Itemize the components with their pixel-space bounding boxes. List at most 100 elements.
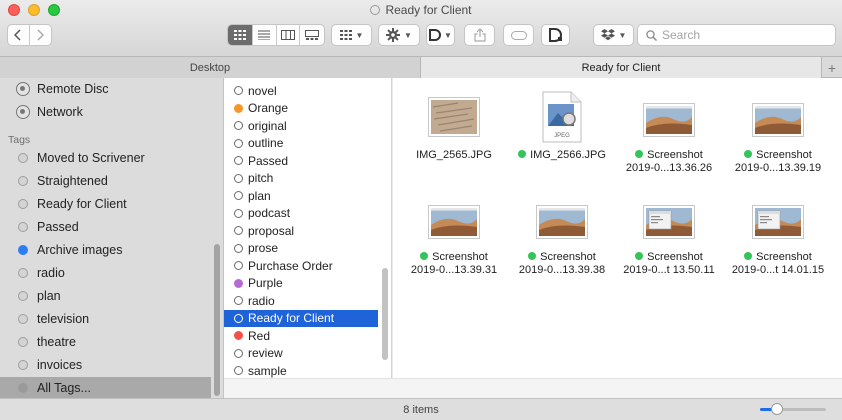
tag-color-dot-icon [18,268,28,278]
tab-desktop[interactable]: Desktop [0,57,421,78]
tag-color-dot-icon [18,383,28,393]
sidebar-tag-item[interactable]: television [0,308,211,330]
sidebar-scrollbar[interactable] [214,244,220,396]
tag-color-dot-icon [18,222,28,232]
chevron-down-icon: ▼ [355,30,364,40]
tag-color-dot-icon [234,86,243,95]
tag-list-item[interactable]: Orange [224,100,378,117]
tag-list-label: original [248,118,287,133]
sidebar-item-network[interactable]: Network [0,101,211,123]
tag-color-dot-icon [234,261,243,270]
file-item[interactable]: IMG_2565.JPG [400,91,508,162]
tag-list-label: sample [248,363,287,378]
tag-color-dot-icon [234,138,243,148]
app-extension-menu-button[interactable]: ▼ [426,24,455,46]
tag-list-item[interactable]: plan [224,187,378,204]
action-menu-button[interactable]: ▼ [378,24,420,46]
tag-list-item[interactable]: Purple [224,275,378,292]
tag-list-item[interactable]: podcast [224,205,378,222]
forward-button[interactable] [30,25,51,45]
sidebar-item-label: Remote Disc [37,82,109,96]
new-tab-button[interactable]: + [821,57,842,78]
back-button[interactable] [8,25,30,45]
file-thumbnail [400,193,508,245]
window-title-text: Ready for Client [385,3,472,17]
sidebar-tag-item[interactable]: All Tags... [0,377,211,398]
icon-view-button[interactable] [228,25,253,45]
column-scrollbar[interactable] [382,268,388,360]
tag-list-label: Red [248,328,271,343]
file-thumbnail: JPEG [508,91,616,143]
sidebar-item-remote-disc[interactable]: Remote Disc [0,78,211,100]
sidebar-item-label: Moved to Scrivener [37,151,145,165]
window-title: Ready for Client [0,3,842,17]
window-titlebar: Ready for Client ▼ ▼ ▼ ▼ Search [0,0,842,57]
sidebar-tag-item[interactable]: Ready for Client [0,193,211,215]
folder-proxy-icon[interactable] [370,5,381,15]
tag-list-item[interactable]: outline [224,135,378,152]
share-button[interactable] [464,24,495,46]
search-field[interactable]: Search [637,24,836,46]
app-extension-button[interactable] [541,24,570,46]
search-placeholder: Search [662,28,701,42]
file-item[interactable]: Screenshot 2019-0...13.36.26 [615,91,723,175]
sidebar-tag-item[interactable]: radio [0,262,211,284]
sidebar-tag-item[interactable]: Moved to Scrivener [0,147,211,169]
file-item[interactable]: Screenshot 2019-0...t 13.50.11 [615,193,723,277]
file-name: Screenshot 2019-0...13.39.31 [400,251,508,277]
tag-list-item[interactable]: Ready for Client [224,309,378,327]
group-by-button[interactable]: ▼ [331,24,372,46]
file-thumbnail [724,91,832,143]
tag-list-label: pitch [248,171,274,185]
green-tag-dot-icon [744,252,753,260]
tag-list-item[interactable]: prose [224,240,378,257]
file-item[interactable]: JPEG IMG_2566.JPG [508,91,616,162]
tag-list-label: Purple [248,276,283,290]
edit-tags-button[interactable] [503,24,534,46]
file-item[interactable]: Screenshot 2019-0...13.39.38 [508,193,616,277]
tag-list-item[interactable]: Purchase Order [224,257,378,274]
tag-list-item[interactable]: Red [224,327,378,344]
file-icon-grid: IMG_2565.JPG JPEG IMG_2566.JPG Screenshot 20… [393,78,842,378]
sidebar-tag-item[interactable]: Passed [0,216,211,238]
tag-list-item[interactable]: proposal [224,222,378,239]
tag-list-label: plan [248,188,271,203]
tab-ready-for-client[interactable]: Ready for Client [421,57,821,78]
column-view-button[interactable] [277,25,301,45]
network-icon [16,105,30,119]
gear-icon [386,28,401,42]
gallery-view-button[interactable] [300,25,324,45]
file-name-text: Screenshot [540,251,596,263]
tag-list-label: novel [248,83,277,98]
sidebar-tag-item[interactable]: plan [0,285,211,307]
tag-color-dot-icon [18,153,28,163]
slider-knob[interactable] [770,403,783,415]
file-name: Screenshot 2019-0...13.39.19 [724,149,832,175]
tag-list-item[interactable]: sample [224,362,378,378]
tag-list-item[interactable]: radio [224,292,378,309]
file-item[interactable]: Screenshot 2019-0...t 14.01.15 [724,193,832,277]
sidebar-tag-item[interactable]: Archive images [0,239,211,261]
green-tag-dot-icon [744,150,753,158]
file-item[interactable]: Screenshot 2019-0...13.39.31 [400,193,508,277]
sidebar-tag-item[interactable]: theatre [0,331,211,353]
tag-list-item[interactable]: Passed [224,152,378,169]
tag-list-item[interactable]: novel [224,82,378,99]
file-item[interactable]: Screenshot 2019-0...13.39.19 [724,91,832,175]
tag-list-item[interactable]: review [224,345,378,362]
tag-color-dot-icon [234,313,243,323]
list-view-button[interactable] [253,25,277,45]
status-bar: 8 items [0,398,842,420]
tag-color-dot-icon [234,331,243,340]
icon-size-slider[interactable] [760,403,826,415]
tag-list-item[interactable]: pitch [224,170,378,187]
file-name-line1: IMG_2565.JPG [400,149,508,162]
jpeg-badge: JPEG [554,133,570,139]
sidebar-tag-item[interactable]: Straightened [0,170,211,192]
sidebar-item-label: Ready for Client [37,197,127,211]
dropbox-menu-button[interactable]: ▼ [593,24,634,46]
file-name-line2: 2019-0...t 14.01.15 [731,264,825,276]
tag-list-label: radio [248,293,275,308]
tag-list-item[interactable]: original [224,117,378,134]
sidebar-tag-item[interactable]: invoices [0,354,211,376]
